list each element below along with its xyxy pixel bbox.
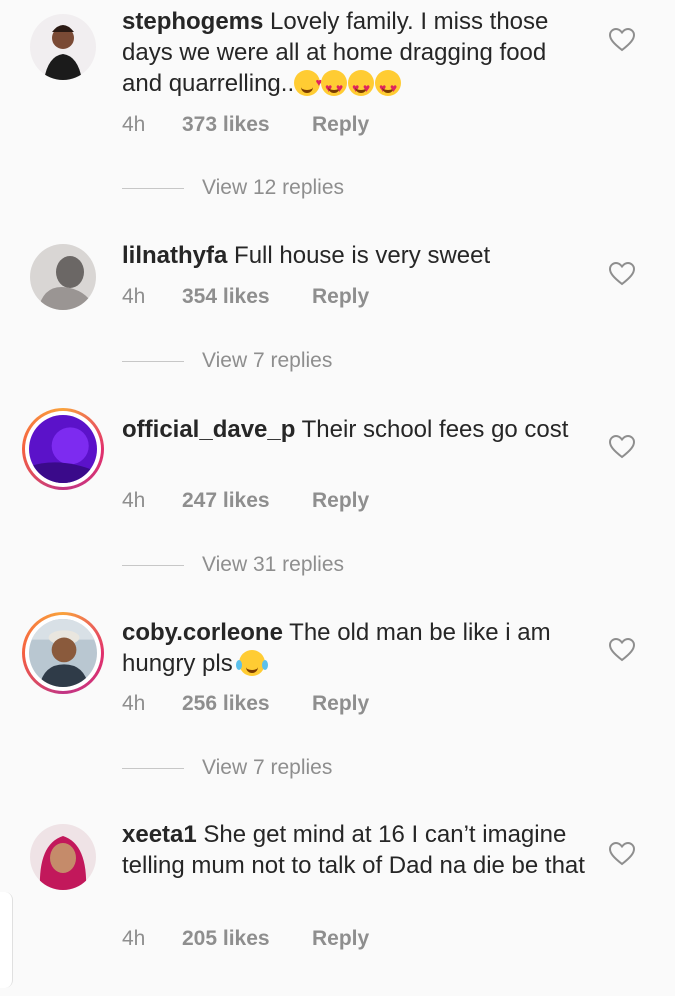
avatar-image [30,14,96,80]
view-replies-button[interactable]: View 12 replies [122,176,344,200]
like-heart-icon[interactable] [608,261,636,286]
avatar[interactable] [30,824,96,890]
comment-meta: 4h 205 likes Reply [122,927,369,951]
comment-username[interactable]: lilnathyfa [122,242,227,269]
reply-button[interactable]: Reply [312,692,369,716]
divider [122,187,184,189]
like-heart-icon[interactable] [608,434,636,459]
avatar-image [29,619,97,687]
comment-text: xeeta1 She get mind at 16 I can’t imagin… [122,819,592,881]
heart-eyes-emoji-icon [348,70,375,104]
avatar[interactable] [30,14,96,80]
avatar-image [30,244,96,310]
avatar-image [29,415,97,483]
view-replies-label: View 7 replies [202,349,333,372]
comment-time: 4h [122,927,146,950]
comment-meta: 4h 247 likes Reply [122,489,369,513]
comment-meta: 4h 354 likes Reply [122,285,369,309]
side-panel-edge [0,892,13,988]
view-replies-button[interactable]: View 31 replies [122,553,344,577]
reply-button[interactable]: Reply [312,285,369,309]
like-heart-icon[interactable] [608,841,636,866]
kiss-emoji-icon [294,68,322,99]
reply-button[interactable]: Reply [312,113,369,137]
comment-text: stephogems Lovely family. I miss those d… [122,6,592,104]
view-replies-button[interactable]: View 7 replies [122,756,332,780]
comment-likes[interactable]: 354 likes [182,285,312,309]
divider [122,767,184,769]
comment-likes[interactable]: 205 likes [182,927,312,951]
comment-time: 4h [122,489,146,512]
comment-text: coby.corleone The old man be like i am h… [122,617,592,679]
tears-of-joy-emoji-icon [236,650,269,676]
comment-username[interactable]: coby.corleone [122,619,283,646]
heart-eyes-emoji-icon [375,70,402,104]
comment-body: Full house is very sweet [234,242,491,269]
like-heart-icon[interactable] [608,27,636,52]
comment-text: lilnathyfa Full house is very sweet [122,240,592,271]
comment-likes[interactable]: 373 likes [182,113,312,137]
comment-meta: 4h 256 likes Reply [122,692,369,716]
avatar-image [30,824,96,890]
view-replies-label: View 12 replies [202,176,345,199]
comment-text: official_dave_p Their school fees go cos… [122,414,592,445]
comment-username[interactable]: xeeta1 [122,821,197,848]
avatar[interactable] [22,408,104,490]
heart-eyes-emoji-icon [321,70,348,104]
view-replies-label: View 7 replies [202,756,333,779]
comment-likes[interactable]: 247 likes [182,489,312,513]
comment-body: Their school fees go cost [301,416,569,443]
comment-time: 4h [122,113,146,136]
reply-button[interactable]: Reply [312,489,369,513]
like-heart-icon[interactable] [608,637,636,662]
divider [122,360,184,362]
comment-meta: 4h 373 likes Reply [122,113,369,137]
comment-likes[interactable]: 256 likes [182,692,312,716]
divider [122,564,184,566]
avatar[interactable] [30,244,96,310]
comment-time: 4h [122,285,146,308]
view-replies-label: View 31 replies [202,553,345,576]
reply-button[interactable]: Reply [312,927,369,951]
comment-time: 4h [122,692,146,715]
comment-username[interactable]: stephogems [122,8,263,35]
comment-username[interactable]: official_dave_p [122,416,295,443]
view-replies-button[interactable]: View 7 replies [122,349,332,373]
avatar[interactable] [22,612,104,694]
